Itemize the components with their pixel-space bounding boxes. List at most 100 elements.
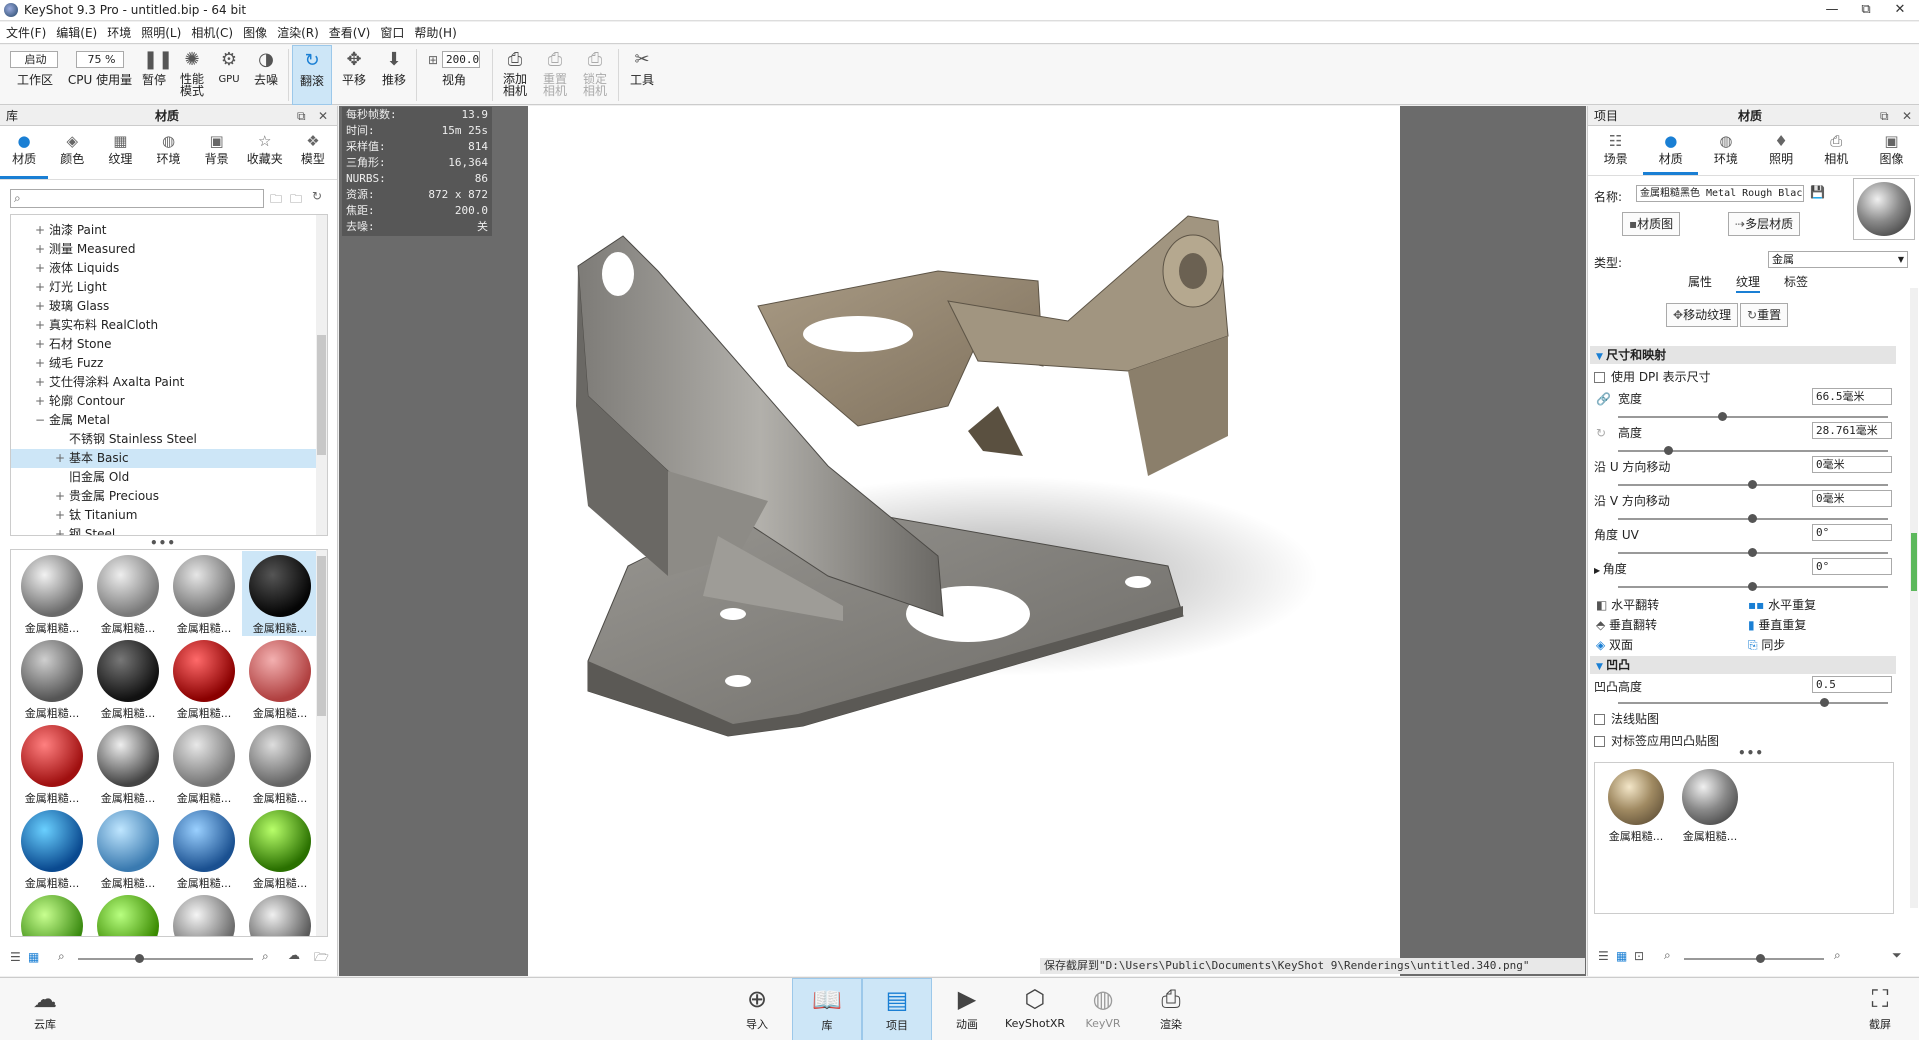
expand-toggle-icon[interactable]: + xyxy=(35,240,49,259)
apply-label-bump-checkbox[interactable] xyxy=(1594,736,1605,747)
list-view-icon[interactable]: ☰ xyxy=(1598,949,1609,963)
tree-item[interactable]: + 贵金属 Precious xyxy=(11,487,327,506)
uv-angle-slider-knob[interactable] xyxy=(1748,548,1757,557)
expand-toggle-icon[interactable]: + xyxy=(55,487,69,506)
tree-item[interactable]: + 基本 Basic xyxy=(11,449,327,468)
material-thumbnail[interactable]: 金属粗糙... xyxy=(14,891,90,936)
cloud-upload-icon[interactable]: ☁ xyxy=(288,948,300,962)
tree-item[interactable]: 旧金属 Old xyxy=(11,468,327,487)
tab-material[interactable]: ● 材质 xyxy=(1643,126,1699,175)
angle-slider-knob[interactable] xyxy=(1748,582,1757,591)
tree-item[interactable]: + 真实布料 RealCloth xyxy=(11,316,327,335)
thumbnail-size-slider-knob[interactable] xyxy=(135,954,144,963)
material-thumbnail[interactable]: 金属粗糙... xyxy=(166,551,242,636)
material-type-select[interactable]: 金属 ▼ xyxy=(1768,251,1908,268)
reset-icon[interactable]: ↻ xyxy=(1596,426,1606,440)
tree-scrollbar-thumb[interactable] xyxy=(317,335,326,455)
material-thumbnail[interactable]: 金属粗糙... xyxy=(90,891,166,936)
reset-camera-button[interactable]: ⎙ 重置 相机 xyxy=(536,45,574,105)
expand-toggle-icon[interactable]: + xyxy=(35,335,49,354)
material-thumbnail[interactable]: 金属粗糙... xyxy=(166,806,242,891)
link-icon[interactable]: 🔗 xyxy=(1596,392,1611,406)
flip-horizontal-toggle[interactable]: ◧ 水平翻转 xyxy=(1596,596,1746,613)
gpu-button[interactable]: ⚙ GPU xyxy=(212,45,246,105)
refresh-icon[interactable]: ↻ xyxy=(312,189,322,203)
import-button[interactable]: ⊕ 导入 xyxy=(722,978,792,1040)
angle-slider[interactable] xyxy=(1618,582,1888,591)
render-button[interactable]: ⎙ 渲染 xyxy=(1136,978,1206,1040)
library-button[interactable]: 📖 库 xyxy=(792,978,862,1040)
flip-vertical-toggle[interactable]: ⬘ 垂直翻转 xyxy=(1596,616,1746,633)
expand-toggle-icon[interactable]: − xyxy=(35,411,49,430)
v-offset-slider[interactable] xyxy=(1618,514,1888,523)
material-thumbnail[interactable]: 金属粗糙... xyxy=(90,806,166,891)
material-thumbnail[interactable]: 金属粗糙... xyxy=(14,806,90,891)
material-preview[interactable] xyxy=(1853,178,1915,240)
menu-edit[interactable]: 编辑(E) xyxy=(56,24,97,41)
tree-item[interactable]: + 绒毛 Fuzz xyxy=(11,354,327,373)
subtab-labels[interactable]: 标签 xyxy=(1784,273,1808,293)
folder-icon[interactable]: 🗀 xyxy=(270,190,282,211)
menu-help[interactable]: 帮助(H) xyxy=(414,24,456,41)
material-thumbnail[interactable]: 金属粗糙... xyxy=(90,721,166,806)
tree-item[interactable]: + 液体 Liquids xyxy=(11,259,327,278)
tree-item[interactable]: + 测量 Measured xyxy=(11,240,327,259)
menu-camera[interactable]: 相机(C) xyxy=(191,24,233,41)
expand-toggle-icon[interactable]: + xyxy=(35,278,49,297)
thumbnail-scrollbar[interactable] xyxy=(316,550,327,936)
multi-material-button[interactable]: ⇢多层材质 xyxy=(1728,212,1801,236)
close-window-button[interactable]: ✕ xyxy=(1883,0,1917,20)
material-thumbnail[interactable]: 金属粗糙... xyxy=(242,806,318,891)
tools-button[interactable]: ✂ 工具 xyxy=(622,45,662,105)
bump-height-slider[interactable] xyxy=(1618,698,1888,707)
scene-material-thumb[interactable]: 金属粗糙... xyxy=(1601,769,1671,844)
tab-lighting[interactable]: ♦ 照明 xyxy=(1754,126,1809,175)
keyshotxr-button[interactable]: ⬡ KeyShotXR xyxy=(1000,978,1070,1040)
library-search-input[interactable]: ⌕ xyxy=(10,189,264,208)
menu-lighting[interactable]: 照明(L) xyxy=(141,24,181,41)
animation-button[interactable]: ▶ 动画 xyxy=(932,978,1002,1040)
height-slider[interactable] xyxy=(1618,446,1888,455)
list-view-icon[interactable]: ☰ xyxy=(10,950,21,964)
tree-scrollbar[interactable] xyxy=(316,215,327,535)
filter-icon[interactable]: ⏷ xyxy=(1892,948,1902,963)
expand-toggle-icon[interactable]: + xyxy=(35,259,49,278)
splitter-handle[interactable]: ••• xyxy=(1738,746,1764,760)
material-thumbnail[interactable]: 金属粗糙... xyxy=(14,721,90,806)
expand-toggle-icon[interactable]: + xyxy=(55,449,69,468)
tab-colors[interactable]: ◈ 颜色 xyxy=(48,126,96,179)
splitter-handle[interactable]: ••• xyxy=(150,536,176,550)
menu-image[interactable]: 图像 xyxy=(243,24,267,41)
tree-item[interactable]: − 金属 Metal xyxy=(11,411,327,430)
screenshot-button[interactable]: ⛶ 截屏 xyxy=(1845,978,1915,1040)
folder-add-icon[interactable]: 🗀 xyxy=(290,190,302,211)
thumbnail-size-slider[interactable] xyxy=(78,954,253,963)
save-icon[interactable]: 💾 xyxy=(1810,185,1825,199)
subtab-textures[interactable]: 纹理 xyxy=(1735,273,1760,293)
tree-item[interactable]: + 玻璃 Glass xyxy=(11,297,327,316)
tab-image[interactable]: ▣ 图像 xyxy=(1864,126,1919,175)
lock-camera-button[interactable]: ⎙ 锁定 相机 xyxy=(576,45,614,105)
zoom-out-icon[interactable]: ⌕ xyxy=(1664,948,1671,963)
tree-item[interactable]: + 钢 Steel xyxy=(11,525,327,535)
v-offset-input[interactable]: 0毫米 xyxy=(1812,490,1892,507)
size-mapping-section[interactable]: ▼ 尺寸和映射 xyxy=(1590,346,1896,364)
angle-input[interactable]: 0° xyxy=(1812,558,1892,575)
denoise-button[interactable]: ◑ 去噪 xyxy=(248,45,284,105)
material-thumbnail[interactable]: 金属粗糙... xyxy=(14,636,90,721)
expand-toggle-icon[interactable]: + xyxy=(35,392,49,411)
uv-angle-input[interactable]: 0° xyxy=(1812,524,1892,541)
keyvr-button[interactable]: ◍ KeyVR xyxy=(1068,978,1138,1040)
tab-scene[interactable]: ☷ 场景 xyxy=(1588,126,1643,175)
tree-item[interactable]: + 油漆 Paint xyxy=(11,221,327,240)
material-thumbnail[interactable]: 金属粗糙... xyxy=(90,551,166,636)
tree-view-icon[interactable]: ⊡ xyxy=(1634,949,1644,963)
cpu-usage-select[interactable]: 75 % xyxy=(76,51,124,68)
tumble-button[interactable]: ↻ 翻滚 xyxy=(292,45,332,105)
double-sided-toggle[interactable]: ◈ 双面 xyxy=(1596,636,1746,653)
normal-map-checkbox[interactable] xyxy=(1594,714,1605,725)
zoom-out-icon[interactable]: ⌕ xyxy=(58,949,65,964)
bump-height-input[interactable]: 0.5 xyxy=(1812,676,1892,693)
tree-item[interactable]: + 轮廓 Contour xyxy=(11,392,327,411)
material-thumbnail[interactable]: 金属粗糙... xyxy=(242,721,318,806)
